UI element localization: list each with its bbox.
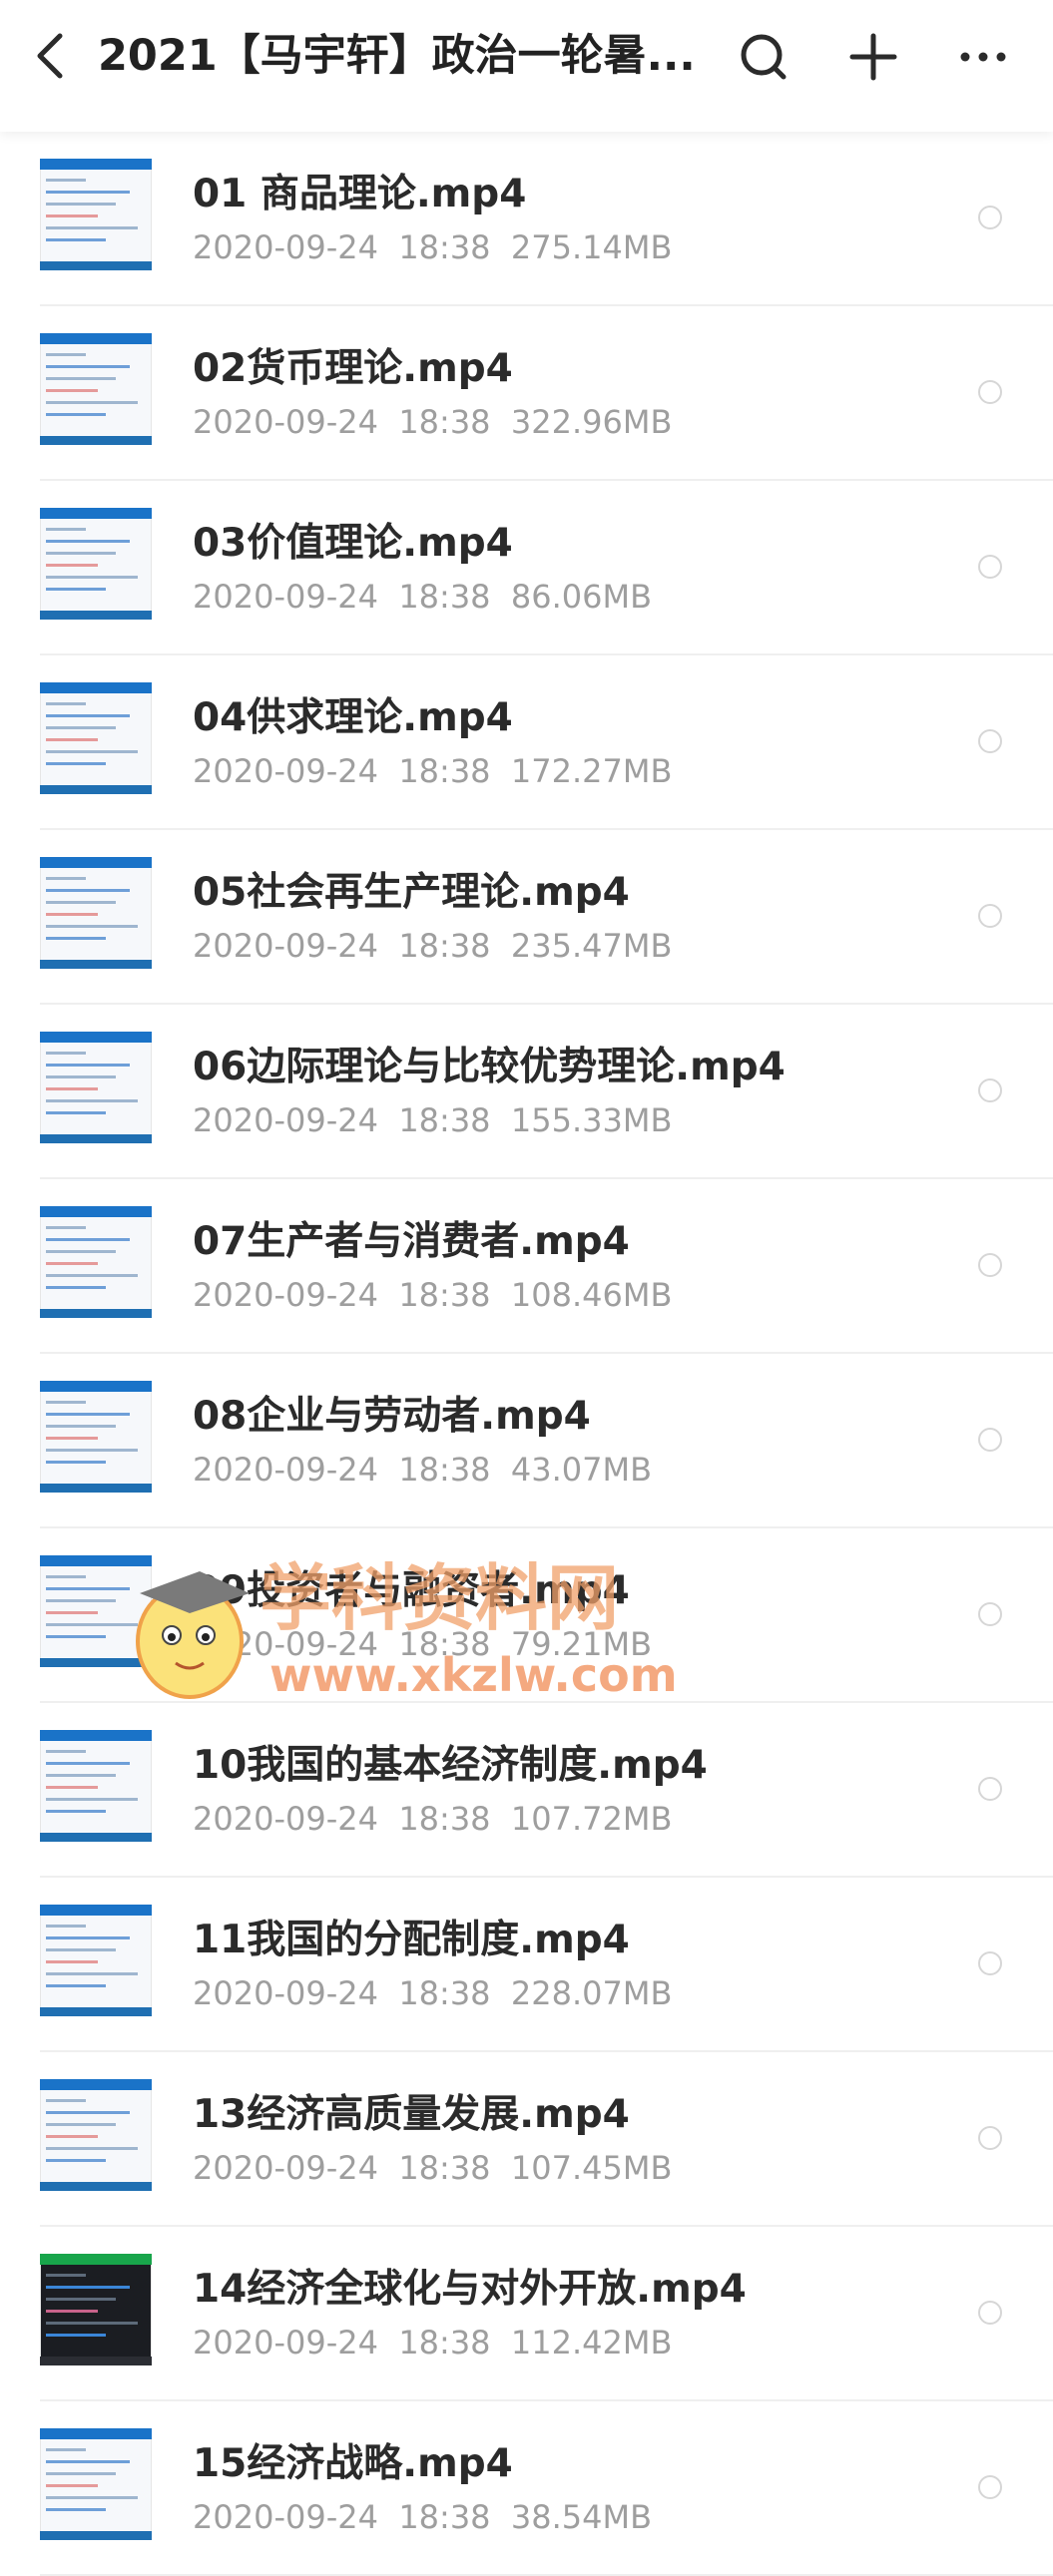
file-name: 02货币理论.mp4 (193, 346, 513, 391)
file-list: 01 商品理论.mp4 2020-09-24 18:38 275.14MB 02… (0, 132, 1053, 2576)
file-meta: 2020-09-24 18:38 86.06MB (193, 578, 653, 616)
file-row[interactable]: 03价值理论.mp4 2020-09-24 18:38 86.06MB (0, 481, 1053, 655)
file-meta: 2020-09-24 18:38 172.27MB (193, 752, 673, 790)
file-row[interactable]: 05社会再生产理论.mp4 2020-09-24 18:38 235.47MB (0, 830, 1053, 1005)
search-button[interactable] (729, 22, 798, 92)
video-thumbnail (40, 159, 152, 270)
video-thumbnail (40, 1381, 152, 1493)
select-radio[interactable] (978, 1951, 1002, 1975)
select-radio[interactable] (978, 729, 1002, 753)
video-thumbnail (40, 1032, 152, 1143)
select-radio[interactable] (978, 1253, 1002, 1277)
file-name: 14经济全球化与对外开放.mp4 (193, 2267, 747, 2312)
file-row[interactable]: 08企业与劳动者.mp4 2020-09-24 18:38 43.07MB (0, 1354, 1053, 1528)
select-radio[interactable] (978, 2301, 1002, 2325)
file-name: 11我国的分配制度.mp4 (193, 1918, 630, 1962)
file-row[interactable]: 13经济高质量发展.mp4 2020-09-24 18:38 107.45MB (0, 2052, 1053, 2227)
select-radio[interactable] (978, 1078, 1002, 1102)
file-meta: 2020-09-24 18:38 228.07MB (193, 1974, 673, 2012)
file-row[interactable]: 14经济全球化与对外开放.mp4 2020-09-24 18:38 112.42… (0, 2227, 1053, 2401)
video-thumbnail (40, 1730, 152, 1842)
file-name: 09投资者与融资者.mp4 (193, 1568, 630, 1613)
file-row[interactable]: 04供求理论.mp4 2020-09-24 18:38 172.27MB (0, 655, 1053, 830)
file-row[interactable]: 09投资者与融资者.mp4 2020-09-24 18:38 79.21MB (0, 1528, 1053, 1703)
select-radio[interactable] (978, 1602, 1002, 1626)
file-name: 06边际理论与比较优势理论.mp4 (193, 1045, 786, 1089)
page-title: 2021【马宇轩】政治一轮暑... (98, 31, 696, 81)
file-row[interactable]: 06边际理论与比较优势理论.mp4 2020-09-24 18:38 155.3… (0, 1005, 1053, 1179)
file-meta: 2020-09-24 18:38 107.45MB (193, 2149, 673, 2187)
file-name: 10我国的基本经济制度.mp4 (193, 1743, 708, 1788)
file-meta: 2020-09-24 18:38 322.96MB (193, 403, 673, 441)
file-name: 01 商品理论.mp4 (193, 172, 527, 216)
select-radio[interactable] (978, 555, 1002, 579)
video-thumbnail (40, 508, 152, 620)
file-row[interactable]: 01 商品理论.mp4 2020-09-24 18:38 275.14MB (0, 132, 1053, 306)
file-name: 03价值理论.mp4 (193, 521, 513, 566)
file-name: 05社会再生产理论.mp4 (193, 870, 630, 915)
video-thumbnail (40, 1206, 152, 1318)
file-row[interactable]: 10我国的基本经济制度.mp4 2020-09-24 18:38 107.72M… (0, 1703, 1053, 1878)
chevron-left-icon (37, 33, 63, 79)
file-row[interactable]: 11我国的分配制度.mp4 2020-09-24 18:38 228.07MB (0, 1878, 1053, 2052)
back-button[interactable] (22, 22, 82, 90)
more-options-button[interactable] (948, 22, 1018, 92)
file-meta: 2020-09-24 18:38 112.42MB (193, 2324, 673, 2361)
select-radio[interactable] (978, 1428, 1002, 1452)
top-bar: 2021【马宇轩】政治一轮暑... (0, 0, 1053, 132)
video-thumbnail (40, 2254, 152, 2365)
file-meta: 2020-09-24 18:38 79.21MB (193, 1625, 653, 1663)
file-meta: 2020-09-24 18:38 107.72MB (193, 1800, 673, 1838)
video-thumbnail (40, 857, 152, 969)
file-row[interactable]: 15经济战略.mp4 2020-09-24 18:38 38.54MB (0, 2401, 1053, 2576)
plus-icon (849, 33, 897, 81)
file-row[interactable]: 02货币理论.mp4 2020-09-24 18:38 322.96MB (0, 306, 1053, 481)
file-name: 07生产者与消费者.mp4 (193, 1219, 630, 1264)
video-thumbnail (40, 682, 152, 794)
select-radio[interactable] (978, 2475, 1002, 2499)
file-meta: 2020-09-24 18:38 155.33MB (193, 1101, 673, 1139)
file-name: 13经济高质量发展.mp4 (193, 2092, 630, 2137)
search-icon (741, 34, 787, 80)
video-thumbnail (40, 333, 152, 445)
file-meta: 2020-09-24 18:38 108.46MB (193, 1276, 673, 1314)
file-meta: 2020-09-24 18:38 38.54MB (193, 2498, 653, 2536)
file-row[interactable]: 07生产者与消费者.mp4 2020-09-24 18:38 108.46MB (0, 1179, 1053, 1354)
video-thumbnail (40, 1555, 152, 1667)
file-name: 04供求理论.mp4 (193, 695, 513, 740)
video-thumbnail (40, 1905, 152, 2016)
file-name: 15经济战略.mp4 (193, 2441, 513, 2486)
file-meta: 2020-09-24 18:38 235.47MB (193, 927, 673, 965)
file-meta: 2020-09-24 18:38 43.07MB (193, 1451, 653, 1489)
select-radio[interactable] (978, 380, 1002, 404)
more-horizontal-icon (960, 52, 1006, 62)
file-name: 08企业与劳动者.mp4 (193, 1394, 591, 1439)
select-radio[interactable] (978, 2126, 1002, 2150)
select-radio[interactable] (978, 1777, 1002, 1801)
video-thumbnail (40, 2079, 152, 2191)
file-meta: 2020-09-24 18:38 275.14MB (193, 228, 673, 266)
select-radio[interactable] (978, 206, 1002, 229)
select-radio[interactable] (978, 904, 1002, 928)
video-thumbnail (40, 2428, 152, 2540)
add-button[interactable] (838, 22, 908, 92)
